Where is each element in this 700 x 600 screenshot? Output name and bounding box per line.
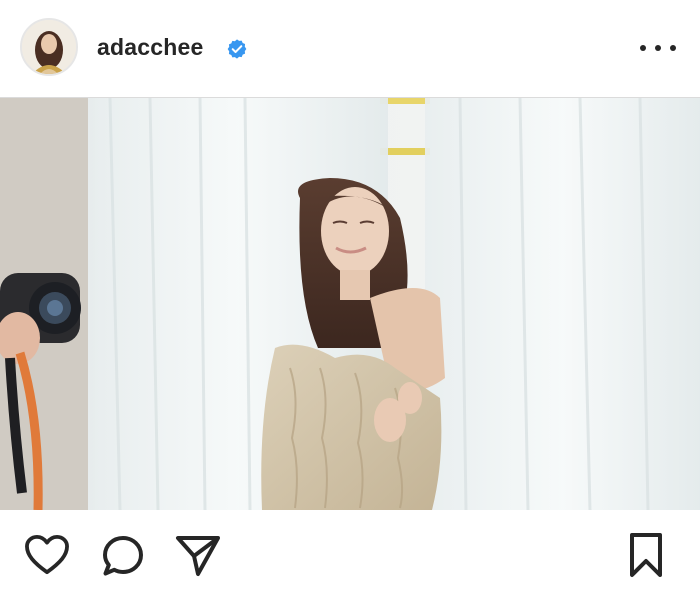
- more-options-icon[interactable]: [640, 36, 676, 60]
- heart-icon[interactable]: [24, 534, 70, 576]
- profile-avatar[interactable]: [20, 18, 78, 76]
- comment-bubble-icon[interactable]: [101, 534, 145, 578]
- username[interactable]: adacchee: [97, 34, 203, 61]
- paper-plane-icon[interactable]: [175, 534, 221, 578]
- post-photo[interactable]: [0, 98, 700, 510]
- post-header: adacchee: [0, 0, 700, 98]
- bookmark-icon[interactable]: [628, 532, 664, 578]
- post-photo-image: [0, 98, 700, 510]
- verified-badge-icon: [227, 39, 247, 59]
- post-action-bar: [0, 510, 700, 600]
